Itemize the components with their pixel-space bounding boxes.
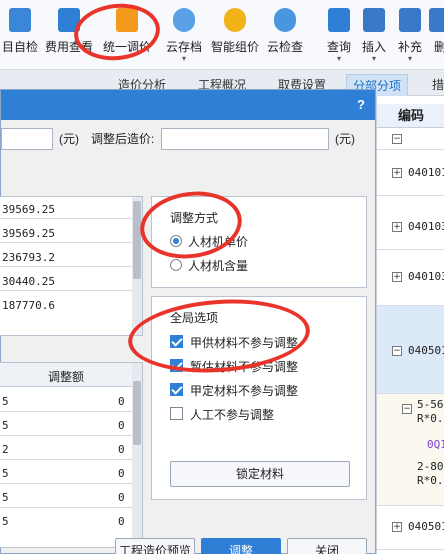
cloud-check-icon — [274, 8, 296, 32]
chevron-down-icon: ▾ — [181, 54, 186, 63]
preview-cost-button[interactable]: 工程造价预览 — [115, 538, 195, 554]
global-options-title: 全局选项 — [170, 311, 219, 325]
adjust-button[interactable]: 调整 — [201, 538, 281, 554]
global-options-panel: 全局选项 甲供材料不参与调整 暂估材料不参与调整 甲定材料不参与调整 人工不参与… — [151, 296, 367, 500]
unified-price-dialog: ? (元) 调整后造价: (元) 39569.25 39569.25 23679… — [0, 89, 376, 554]
table-cell: 0 — [118, 395, 125, 408]
adjusted-price-input[interactable] — [161, 128, 329, 150]
table-cell: 0 — [118, 419, 125, 432]
chevron-down-icon: ▾ — [371, 54, 376, 63]
collapse-icon[interactable]: − — [392, 346, 402, 356]
delete-button[interactable]: 删 — [429, 6, 444, 64]
table-cell: 5 — [2, 419, 9, 432]
cloud-save-button[interactable]: 云存档 ▾ — [162, 6, 206, 64]
supplement-button[interactable]: 补充 ▾ — [394, 6, 426, 64]
tab-measures[interactable]: 措 — [426, 74, 444, 96]
checkbox-owner-designated[interactable] — [170, 383, 183, 396]
unit-label: (元) — [335, 132, 355, 146]
fee-view-icon — [58, 8, 80, 32]
adjust-method-panel: 调整方式 人材机单价 人材机含量 — [151, 196, 367, 288]
table-cell: 187770.6 — [2, 299, 55, 312]
table-cell: 5 — [2, 395, 9, 408]
table-cell: 39569.25 — [2, 227, 55, 240]
table-cell: 0 — [118, 491, 125, 504]
expand-icon[interactable]: + — [392, 168, 402, 178]
ribbon-toolbar: 目自检 费用查看 统一调价 云存档 ▾ 智能组价 云检查 查询 ▾ 插入 ▾ 补… — [0, 0, 444, 70]
table-cell: 0 — [118, 515, 125, 528]
expand-icon[interactable]: + — [392, 522, 402, 532]
labor-label: 人工不参与调整 — [190, 408, 275, 422]
table-cell: 39569.25 — [2, 203, 55, 216]
price-row: (元) 调整后造价: (元) — [1, 128, 377, 150]
chevron-down-icon: ▾ — [336, 54, 341, 63]
delete-icon — [429, 8, 444, 32]
price-table: 39569.25 39569.25 236793.2 30440.25 1877… — [0, 196, 143, 336]
smart-price-icon — [224, 8, 246, 32]
grid-header-code: 编码 — [377, 104, 444, 128]
supplement-icon — [399, 8, 421, 32]
adjustment-column-header: 调整额 — [48, 370, 85, 384]
table-cell: 5 — [2, 491, 9, 504]
check-doc-icon — [9, 8, 31, 32]
current-price-field[interactable] — [1, 128, 53, 150]
table-row[interactable]: − — [377, 128, 444, 150]
option-unit-price-label: 人材机单价 — [188, 235, 249, 249]
provisional-label: 暂估材料不参与调整 — [190, 360, 299, 374]
dialog-title-bar[interactable]: ? — [1, 90, 375, 120]
cloud-save-icon — [173, 8, 195, 32]
table-cell: 5 — [2, 515, 9, 528]
lock-material-button[interactable]: 锁定材料 — [170, 461, 350, 487]
table-row[interactable]: + 040101 — [377, 152, 444, 196]
project-self-check-button[interactable]: 目自检 — [0, 6, 40, 64]
unified-price-adjust-button[interactable]: 统一调价 — [98, 6, 156, 64]
query-button[interactable]: 查询 ▾ — [322, 6, 356, 64]
chevron-down-icon: ▾ — [407, 54, 412, 63]
table-row[interactable]: − 040501 — [377, 306, 444, 394]
table-cell: 5 — [2, 467, 9, 480]
collapse-icon[interactable]: − — [392, 134, 402, 144]
checkbox-provisional[interactable] — [170, 359, 183, 372]
checkbox-owner-supplied[interactable] — [170, 335, 183, 348]
expand-icon[interactable]: + — [392, 272, 402, 282]
table-row[interactable]: + 040103 — [377, 256, 444, 306]
scrollbar[interactable] — [132, 197, 142, 335]
table-row[interactable]: + 040103 — [377, 206, 444, 250]
adjust-method-title: 调整方式 — [170, 211, 219, 225]
unit-label: (元) — [59, 132, 79, 146]
smart-price-button[interactable]: 智能组价 — [208, 6, 262, 64]
scrollbar[interactable] — [132, 363, 142, 547]
table-row[interactable]: + 040501 — [377, 506, 444, 550]
adjusted-price-label: 调整后造价: — [91, 132, 155, 146]
cloud-check-button[interactable]: 云检查 — [264, 6, 306, 64]
table-header: 调整额 — [0, 363, 132, 387]
radio-quantity[interactable] — [170, 259, 182, 271]
query-icon — [328, 8, 350, 32]
owner-supplied-label: 甲供材料不参与调整 — [190, 336, 299, 350]
fee-view-button[interactable]: 费用查看 — [42, 6, 96, 64]
help-icon[interactable]: ? — [357, 97, 365, 112]
scroll-thumb[interactable] — [133, 381, 141, 445]
expand-icon[interactable]: + — [392, 222, 402, 232]
table-row[interactable]: 5-56 − R*0.8 0Q1 2-80 R*0.8 — [377, 394, 444, 506]
item-grid: 编码 − + 040101 + 040103 + 040103 − 040501… — [376, 96, 444, 554]
table-cell: 2 — [2, 443, 9, 456]
insert-button[interactable]: 插入 ▾ — [358, 6, 390, 64]
table-cell: 0 — [118, 443, 125, 456]
insert-icon — [363, 8, 385, 32]
owner-designated-label: 甲定材料不参与调整 — [190, 384, 299, 398]
radio-unit-price[interactable] — [170, 235, 182, 247]
option-quantity-label: 人材机含量 — [188, 259, 249, 273]
app-window: 目自检 费用查看 统一调价 云存档 ▾ 智能组价 云检查 查询 ▾ 插入 ▾ 补… — [0, 0, 444, 554]
table-cell: 30440.25 — [2, 275, 55, 288]
table-cell: 0 — [118, 467, 125, 480]
close-button[interactable]: 关闭 — [287, 538, 367, 554]
checkbox-labor[interactable] — [170, 407, 183, 420]
unified-price-icon — [116, 8, 138, 32]
table-cell: 236793.2 — [2, 251, 55, 264]
collapse-icon[interactable]: − — [402, 404, 412, 414]
scroll-thumb[interactable] — [133, 201, 141, 279]
adjustment-table: 调整额 5 0 5 0 2 0 5 0 5 0 5 0 — [0, 362, 143, 548]
